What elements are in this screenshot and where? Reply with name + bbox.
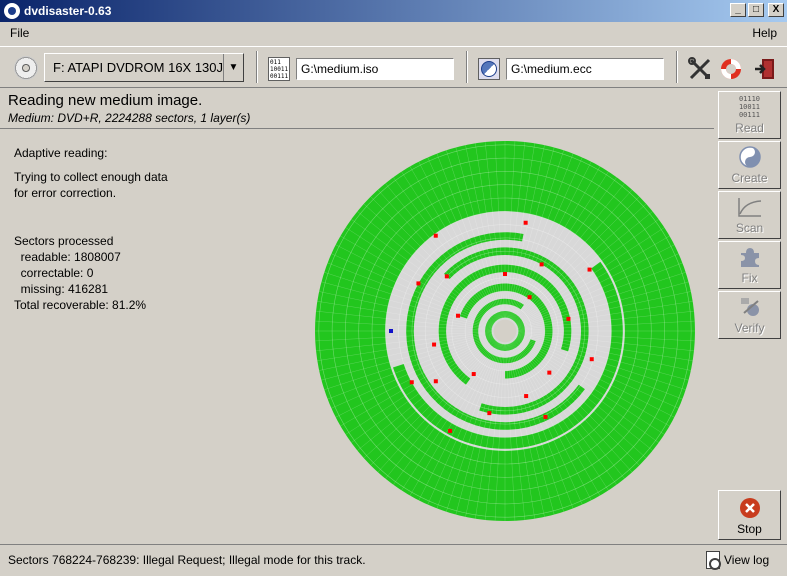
fix-puzzle-icon [736, 244, 764, 270]
reading-mode-label: Adaptive reading: [14, 146, 108, 160]
sectors-processed-title: Sectors processed [14, 234, 114, 248]
cd-drive-icon [14, 56, 38, 80]
fix-button-label: Fix [741, 271, 758, 285]
toolbar-separator [676, 51, 678, 83]
current-read-position [389, 329, 393, 333]
error-sector-mark [566, 316, 571, 321]
menu-bar: File Help [0, 22, 787, 44]
minimize-button[interactable]: _ [730, 3, 746, 17]
error-sector-mark [539, 262, 544, 267]
correctable-count: correctable: 0 [14, 266, 94, 280]
verify-button-label: Verify [734, 321, 765, 335]
maximize-button[interactable]: □ [748, 3, 764, 17]
error-sector-mark [524, 394, 529, 399]
error-sector-mark [527, 295, 532, 300]
toolbar-separator [256, 51, 258, 83]
error-sector-mark [456, 313, 461, 318]
app-icon [4, 3, 20, 19]
scan-button[interactable]: Scan [718, 191, 781, 239]
status-header: Reading new medium image. Medium: DVD+R,… [0, 89, 714, 129]
medium-info: Medium: DVD+R, 2224288 sectors, 1 layer(… [8, 111, 251, 125]
menu-help[interactable]: Help [752, 26, 777, 40]
ecc-path-input[interactable] [506, 58, 664, 80]
log-magnifier-icon [706, 551, 721, 570]
title-bar: dvdisaster-0.63 _ □ X [0, 0, 787, 22]
error-sector-mark [503, 272, 507, 276]
image-file-icon[interactable]: 011 10011 00111 [268, 57, 290, 81]
image-path-input[interactable] [296, 58, 454, 80]
view-log-button[interactable]: View log [706, 551, 770, 570]
error-sector-mark [409, 380, 414, 385]
stop-icon [736, 495, 764, 521]
stop-button-label: Stop [737, 522, 762, 536]
view-log-label: View log [724, 553, 770, 567]
error-sector-mark [433, 233, 438, 238]
error-sector-mark [471, 372, 476, 377]
toolbar-separator [466, 51, 468, 83]
status-bar: Sectors 768224-768239: Illegal Request; … [0, 544, 787, 576]
menu-file[interactable]: File [10, 26, 29, 40]
total-recoverable: Total recoverable: 81.2% [14, 298, 147, 312]
error-sector-mark [547, 370, 552, 375]
read-icon: 01110 10011 00111 [738, 95, 761, 119]
reading-description-line2: for error correction. [14, 186, 117, 200]
error-sector-mark [587, 267, 592, 272]
disc-center-hole [493, 319, 517, 343]
help-lifebuoy-icon[interactable] [718, 56, 744, 82]
error-sector-mark [416, 281, 421, 286]
verify-button[interactable]: Verify [718, 291, 781, 339]
error-sector-mark [543, 414, 548, 419]
stop-button[interactable]: Stop [718, 490, 781, 540]
create-button-label: Create [731, 171, 768, 185]
error-sector-mark [432, 342, 437, 347]
ecc-file-icon[interactable] [478, 58, 500, 80]
fix-button[interactable]: Fix [718, 241, 781, 289]
scan-graph-icon [736, 194, 764, 220]
error-sector-mark [448, 428, 453, 433]
error-sector-mark [433, 379, 438, 384]
quit-exit-icon[interactable] [752, 56, 778, 82]
window-title: dvdisaster-0.63 [24, 4, 112, 18]
error-sector-mark [523, 220, 528, 225]
create-yinyang-icon [736, 144, 764, 170]
drive-select[interactable]: F: ATAPI DVDROM 16X 130J ▼ [44, 53, 244, 82]
preferences-tools-icon[interactable] [687, 56, 713, 82]
status-title: Reading new medium image. [8, 92, 203, 109]
reading-description-line1: Trying to collect enough data [14, 170, 168, 184]
drive-select-value: F: ATAPI DVDROM 16X 130J [53, 60, 224, 75]
read-button[interactable]: 01110 10011 00111 Read [718, 91, 781, 139]
error-sector-mark [444, 274, 449, 279]
close-button[interactable]: X [768, 3, 784, 17]
create-button[interactable]: Create [718, 141, 781, 189]
toolbar: F: ATAPI DVDROM 16X 130J ▼ 011 10011 001… [0, 46, 787, 88]
verify-icon [736, 294, 764, 320]
window-controls: _ □ X [730, 3, 784, 17]
readable-count: readable: 1808007 [14, 250, 121, 264]
chevron-down-icon[interactable]: ▼ [223, 54, 243, 81]
missing-count: missing: 416281 [14, 282, 109, 296]
scan-button-label: Scan [735, 221, 764, 235]
error-sector-mark [589, 357, 594, 362]
medium-spiral-map [315, 140, 695, 521]
error-sector-mark [487, 411, 492, 416]
status-message: Sectors 768224-768239: Illegal Request; … [8, 553, 366, 567]
read-button-label: Read [735, 121, 764, 135]
reading-info-panel: Adaptive reading: Trying to collect enou… [14, 145, 168, 313]
